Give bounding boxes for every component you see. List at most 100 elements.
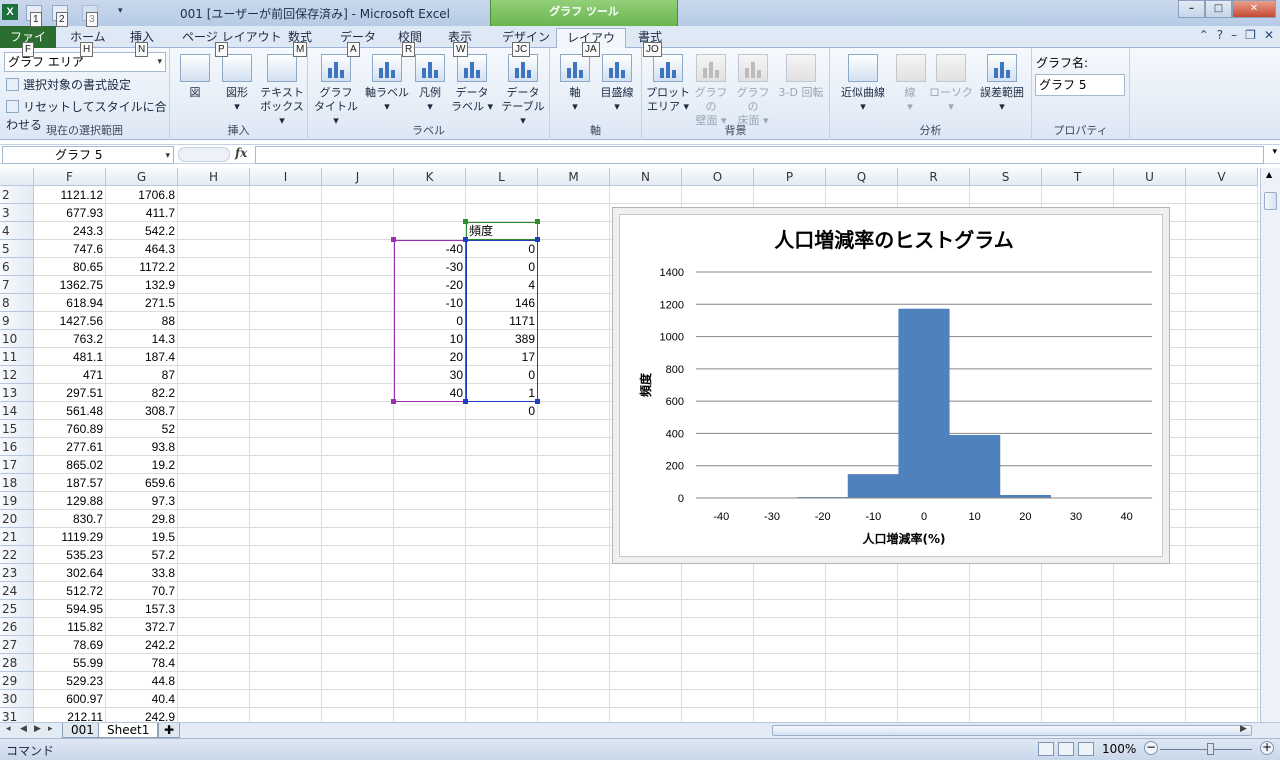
zoom-out-icon[interactable]: − xyxy=(1144,741,1158,755)
formula-expand-handle[interactable] xyxy=(178,147,230,162)
name-box[interactable]: グラフ 5 ▾ xyxy=(2,146,174,164)
cell[interactable]: 1706.8 xyxy=(106,186,178,204)
cell[interactable]: 542.2 xyxy=(106,222,178,240)
help-icon[interactable]: ? xyxy=(1217,28,1223,42)
shapes-button[interactable]: 図形 ▾ xyxy=(220,54,254,114)
next-sheet-icon[interactable]: ▶ xyxy=(34,724,41,734)
textbox-button[interactable]: テキスト ボックス ▾ xyxy=(258,54,306,128)
cell[interactable]: 78.69 xyxy=(34,636,106,654)
excel-logo-icon[interactable]: X xyxy=(2,4,18,20)
select-all-corner[interactable] xyxy=(0,168,34,186)
column-header[interactable]: L xyxy=(466,168,538,186)
cell[interactable]: 87 xyxy=(106,366,178,384)
cell[interactable]: 33.8 xyxy=(106,564,178,582)
scroll-right-icon[interactable]: ▶ xyxy=(1240,724,1247,734)
cell[interactable]: 277.61 xyxy=(34,438,106,456)
column-header[interactable]: F xyxy=(34,168,106,186)
zoom-level[interactable]: 100% xyxy=(1102,742,1136,756)
column-header[interactable]: R xyxy=(898,168,970,186)
cell[interactable]: 1119.29 xyxy=(34,528,106,546)
range-handle[interactable] xyxy=(535,399,540,404)
column-header[interactable]: G xyxy=(106,168,178,186)
gridlines-button[interactable]: 目盛線 ▾ xyxy=(596,54,638,114)
horizontal-scroll-thumb[interactable] xyxy=(772,725,1252,736)
column-header[interactable]: N xyxy=(610,168,682,186)
cell[interactable]: 271.5 xyxy=(106,294,178,312)
row-header[interactable]: 9 xyxy=(0,312,34,330)
axis-titles-button[interactable]: 軸ラベル ▾ xyxy=(364,54,410,114)
range-handle[interactable] xyxy=(535,219,540,224)
cell[interactable]: 29.8 xyxy=(106,510,178,528)
row-header[interactable]: 7 xyxy=(0,276,34,294)
row-header[interactable]: 20 xyxy=(0,510,34,528)
row-header[interactable]: 6 xyxy=(0,258,34,276)
range-handle[interactable] xyxy=(535,237,540,242)
cell[interactable]: 132.9 xyxy=(106,276,178,294)
cell[interactable]: 865.02 xyxy=(34,456,106,474)
cell[interactable]: 82.2 xyxy=(106,384,178,402)
cell[interactable]: 1172.2 xyxy=(106,258,178,276)
last-sheet-icon[interactable]: ▸ xyxy=(48,724,53,734)
row-header[interactable]: 24 xyxy=(0,582,34,600)
cell[interactable]: 19.2 xyxy=(106,456,178,474)
cell[interactable]: 19.5 xyxy=(106,528,178,546)
row-header[interactable]: 8 xyxy=(0,294,34,312)
chart-floor-button[interactable]: グラフの 床面 ▾ xyxy=(732,54,774,128)
formula-input[interactable] xyxy=(255,146,1264,164)
cell[interactable]: 14.3 xyxy=(106,330,178,348)
row-header[interactable]: 31 xyxy=(0,708,34,722)
normal-view-icon[interactable] xyxy=(1038,742,1054,756)
cell[interactable]: 97.3 xyxy=(106,492,178,510)
cell[interactable]: 157.3 xyxy=(106,600,178,618)
cell[interactable]: 187.57 xyxy=(34,474,106,492)
row-header[interactable]: 29 xyxy=(0,672,34,690)
column-header[interactable]: K xyxy=(394,168,466,186)
series-name-range[interactable] xyxy=(466,222,538,240)
cell[interactable]: 297.51 xyxy=(34,384,106,402)
cell[interactable]: 212.11 xyxy=(34,708,106,722)
row-header[interactable]: 30 xyxy=(0,690,34,708)
chart-name-input[interactable]: グラフ 5 xyxy=(1035,74,1125,96)
page-layout-view-icon[interactable] xyxy=(1058,742,1074,756)
values-range[interactable] xyxy=(466,240,538,402)
cell[interactable]: 115.82 xyxy=(34,618,106,636)
cell[interactable]: 88 xyxy=(106,312,178,330)
data-table-button[interactable]: データ テーブル ▾ xyxy=(498,54,548,128)
cell[interactable]: 93.8 xyxy=(106,438,178,456)
doc-restore-icon[interactable]: ❐ xyxy=(1245,28,1256,42)
cell[interactable]: 44.8 xyxy=(106,672,178,690)
row-header[interactable]: 13 xyxy=(0,384,34,402)
legend-button[interactable]: 凡例 ▾ xyxy=(414,54,446,114)
cell[interactable]: 529.23 xyxy=(34,672,106,690)
column-header[interactable]: H xyxy=(178,168,250,186)
qat-customize-icon[interactable]: ▾ xyxy=(118,6,123,16)
sheet-tab-001[interactable]: 001 xyxy=(62,723,103,738)
cell[interactable]: 1362.75 xyxy=(34,276,106,294)
first-sheet-icon[interactable]: ◂ xyxy=(6,724,11,734)
row-header[interactable]: 5 xyxy=(0,240,34,258)
doc-close-icon[interactable]: ✕ xyxy=(1264,28,1274,42)
minimize-button[interactable]: – xyxy=(1178,0,1205,18)
cell[interactable]: 512.72 xyxy=(34,582,106,600)
vertical-scroll-thumb[interactable] xyxy=(1264,192,1277,210)
zoom-in-icon[interactable]: + xyxy=(1260,741,1274,755)
cell[interactable]: 70.7 xyxy=(106,582,178,600)
cell[interactable]: 659.6 xyxy=(106,474,178,492)
column-header[interactable]: S xyxy=(970,168,1042,186)
cell[interactable]: 747.6 xyxy=(34,240,106,258)
row-header[interactable]: 23 xyxy=(0,564,34,582)
range-handle[interactable] xyxy=(463,219,468,224)
cell[interactable]: 57.2 xyxy=(106,546,178,564)
column-header[interactable]: M xyxy=(538,168,610,186)
plot-area-button[interactable]: プロット エリア ▾ xyxy=(646,54,690,114)
cell[interactable]: 471 xyxy=(34,366,106,384)
row-header[interactable]: 21 xyxy=(0,528,34,546)
cell[interactable]: 78.4 xyxy=(106,654,178,672)
chart-title-button[interactable]: グラフ タイトル ▾ xyxy=(314,54,358,128)
row-header[interactable]: 19 xyxy=(0,492,34,510)
page-break-view-icon[interactable] xyxy=(1078,742,1094,756)
row-header[interactable]: 26 xyxy=(0,618,34,636)
histogram-chart[interactable]: 人口増減率のヒストグラム0200400600800100012001400-40… xyxy=(620,215,1164,558)
column-header[interactable]: T xyxy=(1042,168,1114,186)
cell[interactable]: 481.1 xyxy=(34,348,106,366)
